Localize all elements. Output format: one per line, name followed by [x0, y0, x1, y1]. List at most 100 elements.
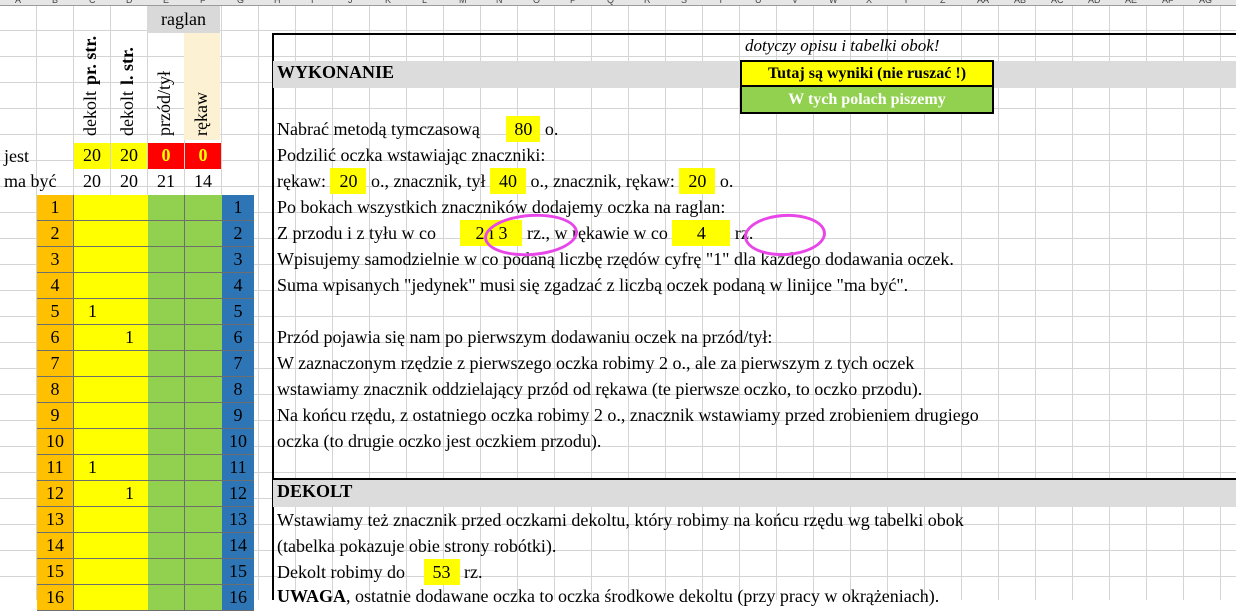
dekolt-pr-cell[interactable] [74, 403, 111, 429]
przod-tyl-cell[interactable] [148, 481, 185, 507]
column-letter[interactable]: J [348, 0, 353, 5]
rekaw-cell[interactable] [185, 377, 222, 403]
rekaw-cell[interactable] [185, 325, 222, 351]
ma-byc-value[interactable]: 21 [148, 169, 184, 195]
column-header-4[interactable]: rękaw [191, 92, 212, 136]
column-header-2[interactable]: dekolt l. str. [117, 47, 138, 136]
dekolt-pr-cell[interactable]: 1 [74, 455, 111, 481]
dekolt-l-cell[interactable] [111, 299, 148, 325]
column-letter[interactable]: B [52, 0, 58, 5]
tyl-count[interactable]: 40 [489, 168, 526, 194]
dekolt-pr-cell[interactable] [74, 429, 111, 455]
przod-tyl-cell[interactable] [148, 221, 185, 247]
dekolt-l-cell[interactable] [111, 585, 148, 611]
rekaw-cell[interactable] [185, 533, 222, 559]
rekaw-cell[interactable] [185, 351, 222, 377]
column-letter[interactable]: G [237, 0, 244, 5]
dekolt-l-cell[interactable] [111, 351, 148, 377]
dekolt-pr-cell[interactable] [74, 221, 111, 247]
ma-byc-value[interactable]: 20 [111, 169, 147, 195]
przod-tyl-cell[interactable] [148, 325, 185, 351]
column-letter[interactable]: I [311, 0, 314, 5]
column-letter[interactable]: N [496, 0, 503, 5]
jest-value[interactable]: 20 [111, 143, 147, 169]
sleeve-interval[interactable]: 4 [672, 220, 731, 246]
rekaw-cell[interactable] [185, 559, 222, 585]
rekaw-cell[interactable] [185, 455, 222, 481]
column-letter[interactable]: AG [1199, 0, 1212, 5]
rekaw-cell[interactable] [185, 247, 222, 273]
column-letter[interactable]: K [385, 0, 391, 5]
dekolt-pr-cell[interactable] [74, 351, 111, 377]
rekaw-count-1[interactable]: 20 [330, 168, 367, 194]
column-letter[interactable]: Y [903, 0, 909, 5]
rekaw-cell[interactable] [185, 273, 222, 299]
dekolt-l-cell[interactable] [111, 403, 148, 429]
jest-value[interactable]: 0 [185, 143, 221, 169]
column-letter[interactable]: AD [1088, 0, 1101, 5]
dekolt-l-cell[interactable] [111, 221, 148, 247]
dekolt-pr-cell[interactable] [74, 481, 111, 507]
column-letter[interactable]: W [829, 0, 838, 5]
dekolt-pr-cell[interactable] [74, 507, 111, 533]
column-letter[interactable]: F [200, 0, 206, 5]
przod-tyl-cell[interactable] [148, 351, 185, 377]
rekaw-cell[interactable] [185, 195, 222, 221]
przod-tyl-cell[interactable] [148, 585, 185, 611]
przod-tyl-cell[interactable] [148, 533, 185, 559]
przod-tyl-cell[interactable] [148, 507, 185, 533]
column-letter[interactable]: S [681, 0, 687, 5]
column-letter[interactable]: AB [1014, 0, 1026, 5]
column-letter[interactable]: AA [977, 0, 989, 5]
column-header-1[interactable]: dekolt pr. str. [80, 36, 101, 136]
dekolt-l-cell[interactable] [111, 559, 148, 585]
column-letter[interactable]: R [644, 0, 651, 5]
rekaw-cell[interactable] [185, 403, 222, 429]
dekolt-pr-cell[interactable]: 1 [74, 299, 111, 325]
dekolt-l-cell[interactable] [111, 533, 148, 559]
rekaw-count-2[interactable]: 20 [679, 168, 716, 194]
dekolt-l-cell[interactable] [111, 455, 148, 481]
dekolt-l-cell[interactable] [111, 247, 148, 273]
dekolt-pr-cell[interactable] [74, 195, 111, 221]
column-letter[interactable]: E [163, 0, 169, 5]
column-letter[interactable]: O [533, 0, 540, 5]
dekolt-l-cell[interactable] [111, 377, 148, 403]
dekolt-pr-cell[interactable] [74, 325, 111, 351]
column-letter[interactable]: Q [607, 0, 614, 5]
ma-byc-value[interactable]: 14 [185, 169, 221, 195]
column-letter[interactable]: P [570, 0, 576, 5]
przod-tyl-cell[interactable] [148, 195, 185, 221]
dekolt-pr-cell[interactable] [74, 273, 111, 299]
column-letter[interactable]: AE [1125, 0, 1137, 5]
dekolt-l-cell[interactable]: 1 [111, 325, 148, 351]
column-letter[interactable]: L [422, 0, 427, 5]
rekaw-cell[interactable] [185, 221, 222, 247]
rekaw-cell[interactable] [185, 299, 222, 325]
column-letter[interactable]: H [274, 0, 281, 5]
przod-tyl-cell[interactable] [148, 299, 185, 325]
column-letter[interactable]: Z [940, 0, 946, 5]
column-letter[interactable]: U [755, 0, 762, 5]
jest-value[interactable]: 20 [74, 143, 110, 169]
dekolt-rows-value[interactable]: 53 [423, 559, 460, 585]
column-letter[interactable]: V [792, 0, 798, 5]
dekolt-pr-cell[interactable] [74, 585, 111, 611]
rekaw-cell[interactable] [185, 429, 222, 455]
column-header-3[interactable]: przód/tył [154, 71, 175, 136]
rekaw-cell[interactable] [185, 585, 222, 611]
przod-tyl-cell[interactable] [148, 559, 185, 585]
raglan-header[interactable]: raglan [147, 7, 220, 33]
dekolt-l-cell[interactable]: 1 [111, 481, 148, 507]
przod-tyl-cell[interactable] [148, 273, 185, 299]
przod-tyl-cell[interactable] [148, 403, 185, 429]
cast-on-value[interactable]: 80 [506, 116, 541, 142]
dekolt-pr-cell[interactable] [74, 533, 111, 559]
ma-byc-value[interactable]: 20 [74, 169, 110, 195]
dekolt-pr-cell[interactable] [74, 377, 111, 403]
przod-tyl-cell[interactable] [148, 455, 185, 481]
dekolt-l-cell[interactable] [111, 507, 148, 533]
przod-tyl-cell[interactable] [148, 377, 185, 403]
column-letter[interactable]: X [866, 0, 872, 5]
rekaw-cell[interactable] [185, 481, 222, 507]
